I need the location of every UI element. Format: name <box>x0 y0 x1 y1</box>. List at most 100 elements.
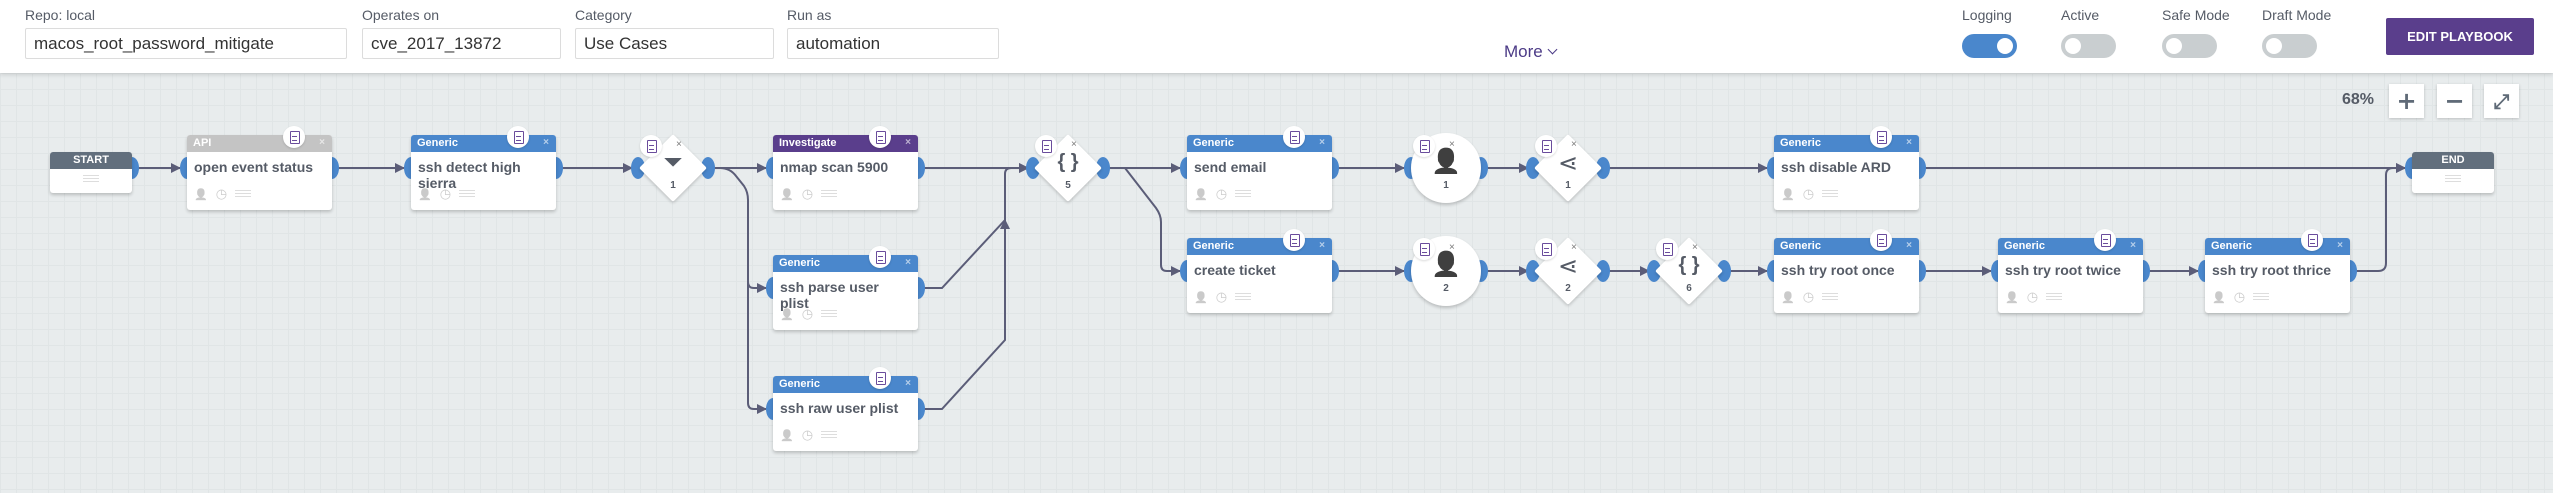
block-number: 6 <box>1686 283 1692 294</box>
block-type: Generic <box>2211 240 2252 252</box>
playbook-block[interactable]: Generic × ssh try root twice 👤 ◷ <box>1998 238 2143 313</box>
notes-icon <box>1822 189 1839 199</box>
close-icon[interactable]: × <box>2337 240 2343 251</box>
playbook-block[interactable]: Investigate × nmap scan 5900 👤 ◷ <box>773 135 918 210</box>
close-icon[interactable]: × <box>1571 139 1577 150</box>
document-icon[interactable] <box>1035 135 1057 157</box>
document-icon[interactable] <box>869 126 891 148</box>
document-icon[interactable] <box>2094 229 2116 251</box>
notes-icon <box>2445 175 2461 184</box>
user-check-icon: 👤 <box>780 429 794 442</box>
fit-to-screen-button[interactable]: ⤢ <box>2484 84 2519 118</box>
logging-toggle[interactable] <box>1962 34 2017 58</box>
block-footer: 👤 ◷ <box>1194 186 1252 202</box>
zoom-in-button[interactable]: + <box>2389 84 2424 118</box>
document-icon[interactable] <box>869 246 891 268</box>
playbook-block[interactable]: Generic × ssh parse user plist 👤 ◷ <box>773 255 918 330</box>
document-icon[interactable] <box>1870 126 1892 148</box>
notes-icon <box>1235 189 1252 199</box>
operates-on-input[interactable] <box>362 28 561 59</box>
start-node[interactable]: START <box>50 152 132 193</box>
user-check-icon: 👤 <box>1781 188 1795 201</box>
category-input[interactable] <box>575 28 774 59</box>
playbook-header: Repo: local Operates on Category Run as … <box>0 0 2553 73</box>
document-icon[interactable] <box>283 126 305 148</box>
close-icon[interactable]: × <box>1071 139 1077 150</box>
block-type: API <box>193 137 212 149</box>
close-icon[interactable]: × <box>1319 137 1325 148</box>
notes-icon <box>821 430 838 440</box>
close-icon[interactable]: × <box>543 137 549 148</box>
category-label: Category <box>575 7 632 23</box>
document-icon[interactable] <box>1283 229 1305 251</box>
notes-icon <box>83 175 99 184</box>
document-icon[interactable] <box>1535 238 1557 260</box>
document-icon[interactable] <box>1413 135 1435 157</box>
playbook-block[interactable]: Generic × ssh disable ARD 👤 ◷ <box>1774 135 1919 210</box>
draft-mode-toggle[interactable] <box>2262 34 2317 58</box>
block-title: send email <box>1194 159 1267 175</box>
clock-icon: ◷ <box>801 186 814 201</box>
close-icon[interactable]: × <box>1319 240 1325 251</box>
safe-mode-toggle[interactable] <box>2162 34 2217 58</box>
safe-mode-label: Safe Mode <box>2162 7 2230 23</box>
document-icon[interactable] <box>1413 238 1435 260</box>
notes-icon <box>1822 292 1839 302</box>
document-icon[interactable] <box>1656 238 1678 260</box>
playbook-block[interactable]: Generic × ssh detect high sierra 👤 ◷ <box>411 135 556 210</box>
block-type: Generic <box>779 378 820 390</box>
close-icon[interactable]: × <box>1692 242 1698 253</box>
block-footer: 👤 ◷ <box>780 427 838 443</box>
block-footer: 👤 ◷ <box>194 186 252 202</box>
chevron-down-icon <box>1547 44 1558 55</box>
document-icon[interactable] <box>1535 135 1557 157</box>
playbook-block[interactable]: Generic × ssh raw user plist 👤 ◷ <box>773 376 918 451</box>
end-node[interactable]: END <box>2412 152 2494 193</box>
document-icon[interactable] <box>507 126 529 148</box>
block-title: nmap scan 5900 <box>780 159 889 175</box>
close-icon[interactable]: × <box>1449 242 1455 253</box>
playbook-block[interactable]: API × open event status 👤 ◷ <box>187 135 332 210</box>
run-as-input[interactable] <box>787 28 999 59</box>
close-icon[interactable]: × <box>1449 139 1455 150</box>
close-icon[interactable]: × <box>905 137 911 148</box>
block-title: ssh try root once <box>1781 262 1895 278</box>
user-check-icon: 👤 <box>2212 291 2226 304</box>
block-footer: 👤 ◷ <box>780 186 838 202</box>
block-title: open event status <box>194 159 314 175</box>
close-icon[interactable]: × <box>1571 242 1577 253</box>
clock-icon: ◷ <box>801 427 814 442</box>
user-check-icon: 👤 <box>194 188 208 201</box>
playbook-block[interactable]: Generic × create ticket 👤 ◷ <box>1187 238 1332 313</box>
block-title: ssh disable ARD <box>1781 159 1891 175</box>
block-number: 1 <box>1565 180 1571 191</box>
more-menu[interactable]: More <box>1504 42 1558 62</box>
document-icon[interactable] <box>1283 126 1305 148</box>
notes-icon <box>235 189 252 199</box>
close-icon[interactable]: × <box>905 257 911 268</box>
close-icon[interactable]: × <box>676 139 682 150</box>
close-icon[interactable]: × <box>1906 240 1912 251</box>
notes-icon <box>459 189 476 199</box>
zoom-out-button[interactable]: − <box>2437 84 2472 118</box>
playbook-block[interactable]: Generic × ssh try root once 👤 ◷ <box>1774 238 1919 313</box>
playbook-block[interactable]: Generic × ssh try root thrice 👤 ◷ <box>2205 238 2350 313</box>
edit-playbook-button[interactable]: EDIT PLAYBOOK <box>2386 18 2534 55</box>
active-toggle[interactable] <box>2061 34 2116 58</box>
end-label: END <box>2412 152 2494 169</box>
block-type: Generic <box>1193 240 1234 252</box>
block-footer: 👤 ◷ <box>1194 289 1252 305</box>
clock-icon: ◷ <box>1802 186 1815 201</box>
repo-label: Repo: local <box>25 7 96 23</box>
playbook-block[interactable]: Generic × send email 👤 ◷ <box>1187 135 1332 210</box>
close-icon[interactable]: × <box>1906 137 1912 148</box>
document-icon[interactable] <box>640 135 662 157</box>
close-icon[interactable]: × <box>905 378 911 389</box>
document-icon[interactable] <box>2301 229 2323 251</box>
document-icon[interactable] <box>1870 229 1892 251</box>
block-number: 2 <box>1443 283 1449 294</box>
document-icon[interactable] <box>869 367 891 389</box>
close-icon[interactable]: × <box>319 137 325 148</box>
playbook-name-input[interactable] <box>25 28 347 59</box>
close-icon[interactable]: × <box>2130 240 2136 251</box>
